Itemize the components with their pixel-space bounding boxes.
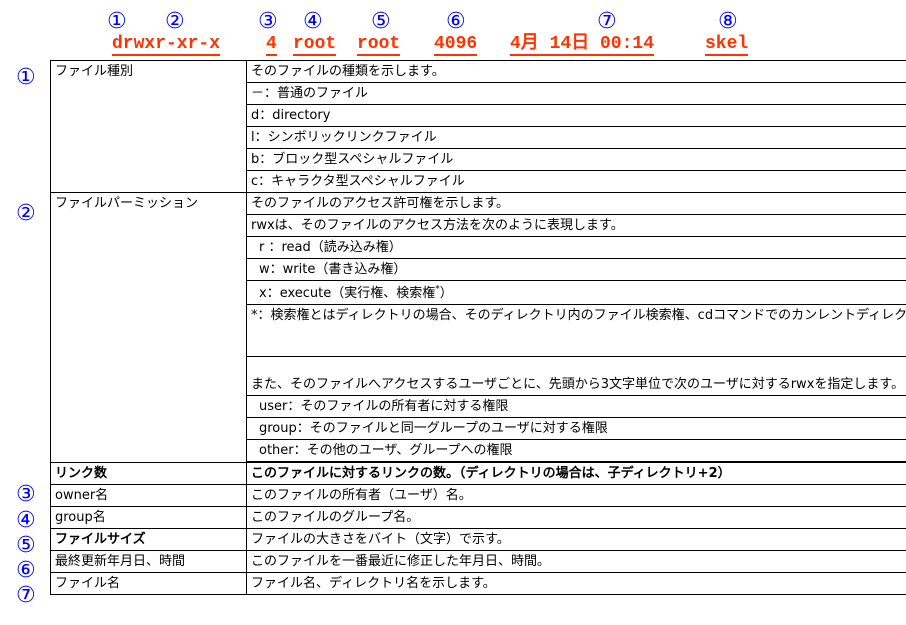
desc-owner: このファイルの所有者（ユーザ）名。 <box>246 484 906 507</box>
desc-line: w：write（書き込み権） <box>246 258 906 281</box>
row-number-6: ⑥ <box>16 558 36 583</box>
header-number-6: ⑥ <box>446 9 466 34</box>
row-label-mtime: 最終更新年月日、時間 <box>50 550 247 573</box>
desc-line: そのファイルのアクセス許可権を示します。 <box>246 192 906 215</box>
header-number-7: ⑦ <box>597 9 617 34</box>
row-label-links: リンク数 <box>50 462 247 485</box>
field-size: 4096 <box>434 34 478 56</box>
header-number-1: ① <box>107 9 127 34</box>
desc-line: other：その他のユーザ、グループへの権限 <box>246 439 906 462</box>
table-row: ファイル種別 そのファイルの種類を示します。 <box>50 60 906 193</box>
desc-line: user：そのファイルの所有者に対する権限 <box>246 395 906 418</box>
row-number-2: ② <box>16 201 36 226</box>
desc-group: このファイルのグループ名。 <box>246 506 906 529</box>
desc-mtime: このファイルを一番最近に修正した年月日、時間。 <box>246 550 906 573</box>
desc-size: ファイルの大きさをバイト（文字）で示す。 <box>246 528 906 551</box>
row-number-3: ③ <box>16 482 36 507</box>
desc-line: rwxは、そのファイルのアクセス方法を次のように表現します。 <box>246 214 906 237</box>
desc-line: b：ブロック型スペシャルファイル <box>246 148 906 171</box>
header-number-5: ⑤ <box>371 9 391 34</box>
row-number-4: ④ <box>16 508 36 533</box>
header-number-3: ③ <box>258 9 278 34</box>
row-label-group: group名 <box>50 506 247 529</box>
execute-text: x：execute（実行権、検索権 <box>259 286 436 301</box>
desc-links: このファイルに対するリンクの数。（ディレクトリの場合は、子ディレクトリ+2） <box>246 462 906 485</box>
table-row: ファイルパーミッション そのファイルのアクセス許可権を示します。 <box>50 192 906 463</box>
row-label-filetype: ファイル種別 <box>50 60 247 193</box>
execute-close: ） <box>439 286 453 301</box>
desc-line: c：キャラクタ型スペシャルファイル <box>246 170 906 193</box>
field-mtime: 4月 14日 00:14 <box>510 34 655 56</box>
row-number-5: ⑤ <box>16 533 36 558</box>
row-label-owner: owner名 <box>50 484 247 507</box>
table-row: ファイル名 ファイル名、ディレクトリ名を示します。 <box>50 572 906 595</box>
field-group: root <box>357 34 401 56</box>
table-row: ファイルサイズ ファイルの大きさをバイト（文字）で示す。 <box>50 528 906 551</box>
user-unit-text: また、そのファイルへアクセスするユーザごとに、先頭から3文字単位で次のユーザに対… <box>246 356 906 396</box>
field-owner: root <box>293 34 337 56</box>
desc-line: group：そのファイルと同一グループのユーザに対する権限 <box>246 417 906 440</box>
footnote-text: *：検索権とはディレクトリの場合、そのディレクトリ内のファイル検索権、cdコマン… <box>246 304 906 357</box>
row-number-1: ① <box>16 65 36 90</box>
table-row: owner名 このファイルの所有者（ユーザ）名。 <box>50 484 906 507</box>
field-name: skel <box>705 34 749 56</box>
table-row: 最終更新年月日、時間 このファイルを一番最近に修正した年月日、時間。 <box>50 550 906 573</box>
row-label-size: ファイルサイズ <box>50 528 247 551</box>
field-permission: drwxr-xr-x <box>112 34 221 56</box>
desc-line: －：普通のファイル <box>246 82 906 105</box>
ls-field-table: ファイル種別 そのファイルの種類を示します。 －：普通のファイル d：direc… <box>50 60 906 595</box>
row-label-permission: ファイルパーミッション <box>50 192 247 463</box>
desc-line: そのファイルの種類を示します。 <box>246 60 906 83</box>
row-label-filename: ファイル名 <box>50 572 247 595</box>
desc-line: r ：read（読み込み権） <box>246 236 906 259</box>
header-number-8: ⑧ <box>718 9 738 34</box>
desc-line: x：execute（実行権、検索権*） <box>246 280 906 305</box>
field-links: 4 <box>266 34 277 56</box>
desc-line: d：directory <box>246 104 906 127</box>
desc-filename: ファイル名、ディレクトリ名を示します。 <box>246 572 906 595</box>
row-number-7: ⑦ <box>16 583 36 608</box>
table-row: group名 このファイルのグループ名。 <box>50 506 906 529</box>
header-number-4: ④ <box>303 9 323 34</box>
header-number-2: ② <box>165 9 185 34</box>
desc-line: l：シンボリックリンクファイル <box>246 126 906 149</box>
table-row: リンク数 このファイルに対するリンクの数。（ディレクトリの場合は、子ディレクトリ… <box>50 462 906 485</box>
